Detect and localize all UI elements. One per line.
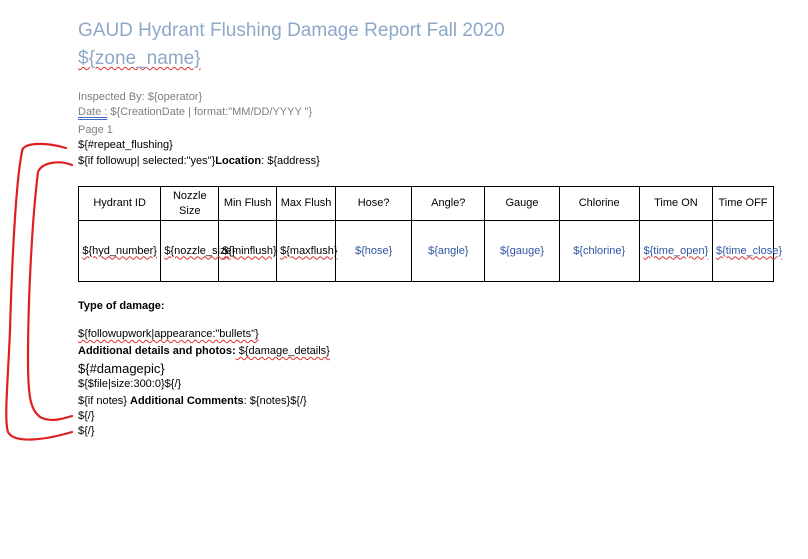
- document-page: GAUD Hydrant Flushing Damage Report Fall…: [0, 0, 808, 559]
- red-annotation-brackets: [5, 142, 74, 441]
- inner-bracket-stroke: [26, 161, 74, 422]
- outer-bracket-stroke: [5, 142, 74, 441]
